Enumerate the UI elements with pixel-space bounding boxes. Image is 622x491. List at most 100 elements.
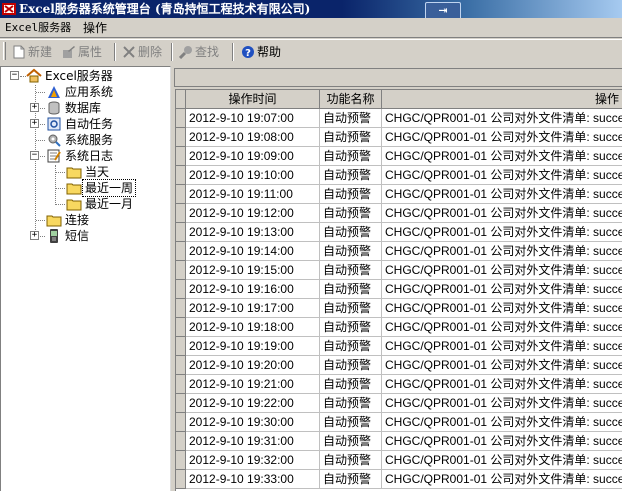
table-row[interactable]: 2012-9-10 19:32:00 自动预警 CHGC/QPR001-01 公司对… (176, 451, 622, 470)
table-row[interactable]: 2012-9-10 19:15:00 自动预警 CHGC/QPR001-01 公司对… (176, 261, 622, 280)
row-header[interactable] (176, 299, 186, 318)
collapse-icon[interactable]: − (30, 151, 39, 160)
new-button[interactable]: 新建 (12, 42, 52, 62)
expand-icon[interactable]: + (30, 231, 39, 240)
expand-icon[interactable]: + (30, 119, 39, 128)
table-row[interactable]: 2012-9-10 19:19:00 自动预警 CHGC/QPR001-01 公司对… (176, 337, 622, 356)
home-icon (26, 68, 42, 83)
find-icon (179, 46, 192, 59)
app-system-icon (48, 86, 60, 98)
tree-node-system-service[interactable]: 系统服务 (1, 132, 171, 148)
table-row[interactable]: 2012-9-10 19:21:00 自动预警 CHGC/QPR001-01 公司对… (176, 375, 622, 394)
cell-operation: CHGC/QPR001-01 公司对外文件清单: succeed (382, 413, 622, 432)
tree-label-sms: 短信 (65, 229, 90, 243)
cell-time: 2012-9-10 19:32:00 (186, 451, 320, 470)
tree-node-connection[interactable]: 连接 (1, 212, 171, 228)
tree-node-system-log[interactable]: − 系统日志 (1, 148, 171, 164)
row-header[interactable] (176, 375, 186, 394)
row-header[interactable] (176, 451, 186, 470)
cell-time: 2012-9-10 19:15:00 (186, 261, 320, 280)
table-row[interactable]: 2012-9-10 19:18:00 自动预警 CHGC/QPR001-01 公司对… (176, 318, 622, 337)
row-header[interactable] (176, 147, 186, 166)
row-header[interactable] (176, 128, 186, 147)
row-header[interactable] (176, 432, 186, 451)
row-header[interactable] (176, 166, 186, 185)
row-header[interactable] (176, 261, 186, 280)
table-row[interactable]: 2012-9-10 19:30:00 自动预警 CHGC/QPR001-01 公司对… (176, 413, 622, 432)
expand-icon[interactable]: + (30, 103, 39, 112)
table-row[interactable]: 2012-9-10 19:12:00 自动预警 CHGC/QPR001-01 公司对… (176, 204, 622, 223)
cell-operation: CHGC/QPR001-01 公司对外文件清单: succeed (382, 185, 622, 204)
table-row[interactable]: 2012-9-10 19:09:00 自动预警 CHGC/QPR001-01 公司对… (176, 147, 622, 166)
cell-operation: CHGC/QPR001-01 公司对外文件清单: succeed (382, 337, 622, 356)
right-pane-header (174, 68, 622, 87)
column-header-time[interactable]: 操作时间 (186, 90, 320, 109)
table-row[interactable]: 2012-9-10 19:20:00 自动预警 CHGC/QPR001-01 公司对… (176, 356, 622, 375)
row-header[interactable] (176, 318, 186, 337)
auto-task-icon (47, 117, 61, 131)
column-header-operation[interactable]: 操作 (382, 90, 622, 109)
column-header-function[interactable]: 功能名称 (320, 90, 382, 109)
row-header[interactable] (176, 280, 186, 299)
row-header[interactable] (176, 185, 186, 204)
properties-button[interactable]: 属性 (62, 42, 102, 62)
log-grid: 操作时间 功能名称 操作 2012-9-10 19:07:00 自动预警 CHGC/… (175, 89, 622, 491)
new-document-icon (13, 45, 25, 59)
menu-operation[interactable]: 操作 (83, 20, 107, 36)
table-row[interactable]: 2012-9-10 19:10:00 自动预警 CHGC/QPR001-01 公司对… (176, 166, 622, 185)
cell-function: 自动预警 (320, 147, 382, 166)
table-row[interactable]: 2012-9-10 19:07:00 自动预警 CHGC/QPR001-01 公司对… (176, 109, 622, 128)
find-button[interactable]: 查找 (179, 42, 219, 62)
cell-function: 自动预警 (320, 432, 382, 451)
cell-operation: CHGC/QPR001-01 公司对外文件清单: succeed (382, 147, 622, 166)
tree-node-database[interactable]: + 数据库 (1, 100, 171, 116)
tree-node-today[interactable]: 当天 (1, 164, 171, 180)
row-header[interactable] (176, 356, 186, 375)
table-row[interactable]: 2012-9-10 19:13:00 自动预警 CHGC/QPR001-01 公司对… (176, 223, 622, 242)
cell-time: 2012-9-10 19:07:00 (186, 109, 320, 128)
table-row[interactable]: 2012-9-10 19:33:00 自动预警 CHGC/QPR001-01 公司对… (176, 470, 622, 489)
row-header[interactable] (176, 413, 186, 432)
delete-button[interactable]: 删除 (122, 42, 162, 62)
toolbar-separator (114, 43, 116, 61)
row-header[interactable] (176, 204, 186, 223)
menu-excel-server[interactable]: Excel服务器 (5, 20, 71, 36)
pin-button[interactable]: ⇥ (425, 2, 461, 18)
delete-button-label: 删除 (138, 45, 163, 59)
cell-function: 自动预警 (320, 356, 382, 375)
row-header[interactable] (176, 337, 186, 356)
table-row[interactable]: 2012-9-10 19:08:00 自动预警 CHGC/QPR001-01 公司对… (176, 128, 622, 147)
tree-node-auto-task[interactable]: + 自动任务 (1, 116, 171, 132)
cell-time: 2012-9-10 19:18:00 (186, 318, 320, 337)
mobile-phone-icon (50, 229, 58, 243)
row-header[interactable] (176, 394, 186, 413)
cell-function: 自动预警 (320, 413, 382, 432)
collapse-icon[interactable]: − (10, 71, 19, 80)
row-header[interactable] (176, 223, 186, 242)
cell-time: 2012-9-10 19:20:00 (186, 356, 320, 375)
tree-node-last-week[interactable]: 最近一周 (1, 179, 171, 197)
tree-node-last-month[interactable]: 最近一月 (1, 196, 171, 212)
table-row[interactable]: 2012-9-10 19:14:00 自动预警 CHGC/QPR001-01 公司对… (176, 242, 622, 261)
cell-time: 2012-9-10 19:22:00 (186, 394, 320, 413)
toolbar-grip[interactable] (3, 42, 6, 60)
table-row[interactable]: 2012-9-10 19:31:00 自动预警 CHGC/QPR001-01 公司对… (176, 432, 622, 451)
table-row[interactable]: 2012-9-10 19:11:00 自动预警 CHGC/QPR001-01 公司对… (176, 185, 622, 204)
tree-node-app-system[interactable]: 应用系统 (1, 84, 171, 100)
cell-time: 2012-9-10 19:13:00 (186, 223, 320, 242)
row-header[interactable] (176, 242, 186, 261)
help-button[interactable]: ? 帮助 (241, 42, 281, 62)
folder-icon (66, 167, 82, 179)
cell-operation: CHGC/QPR001-01 公司对外文件清单: succeed (382, 375, 622, 394)
table-row[interactable]: 2012-9-10 19:17:00 自动预警 CHGC/QPR001-01 公司对… (176, 299, 622, 318)
cell-operation: CHGC/QPR001-01 公司对外文件清单: succeed (382, 470, 622, 489)
table-row[interactable]: 2012-9-10 19:16:00 自动预警 CHGC/QPR001-01 公司对… (176, 280, 622, 299)
tree-node-excel-server[interactable]: − Excel服务器 (1, 68, 171, 84)
row-header[interactable] (176, 470, 186, 489)
tree-label-connection: 连接 (65, 213, 90, 227)
tree-node-sms[interactable]: + 短信 (1, 228, 171, 244)
cell-function: 自动预警 (320, 451, 382, 470)
row-header[interactable] (176, 109, 186, 128)
table-row[interactable]: 2012-9-10 19:22:00 自动预警 CHGC/QPR001-01 公司对… (176, 394, 622, 413)
svg-text:?: ? (245, 48, 251, 59)
